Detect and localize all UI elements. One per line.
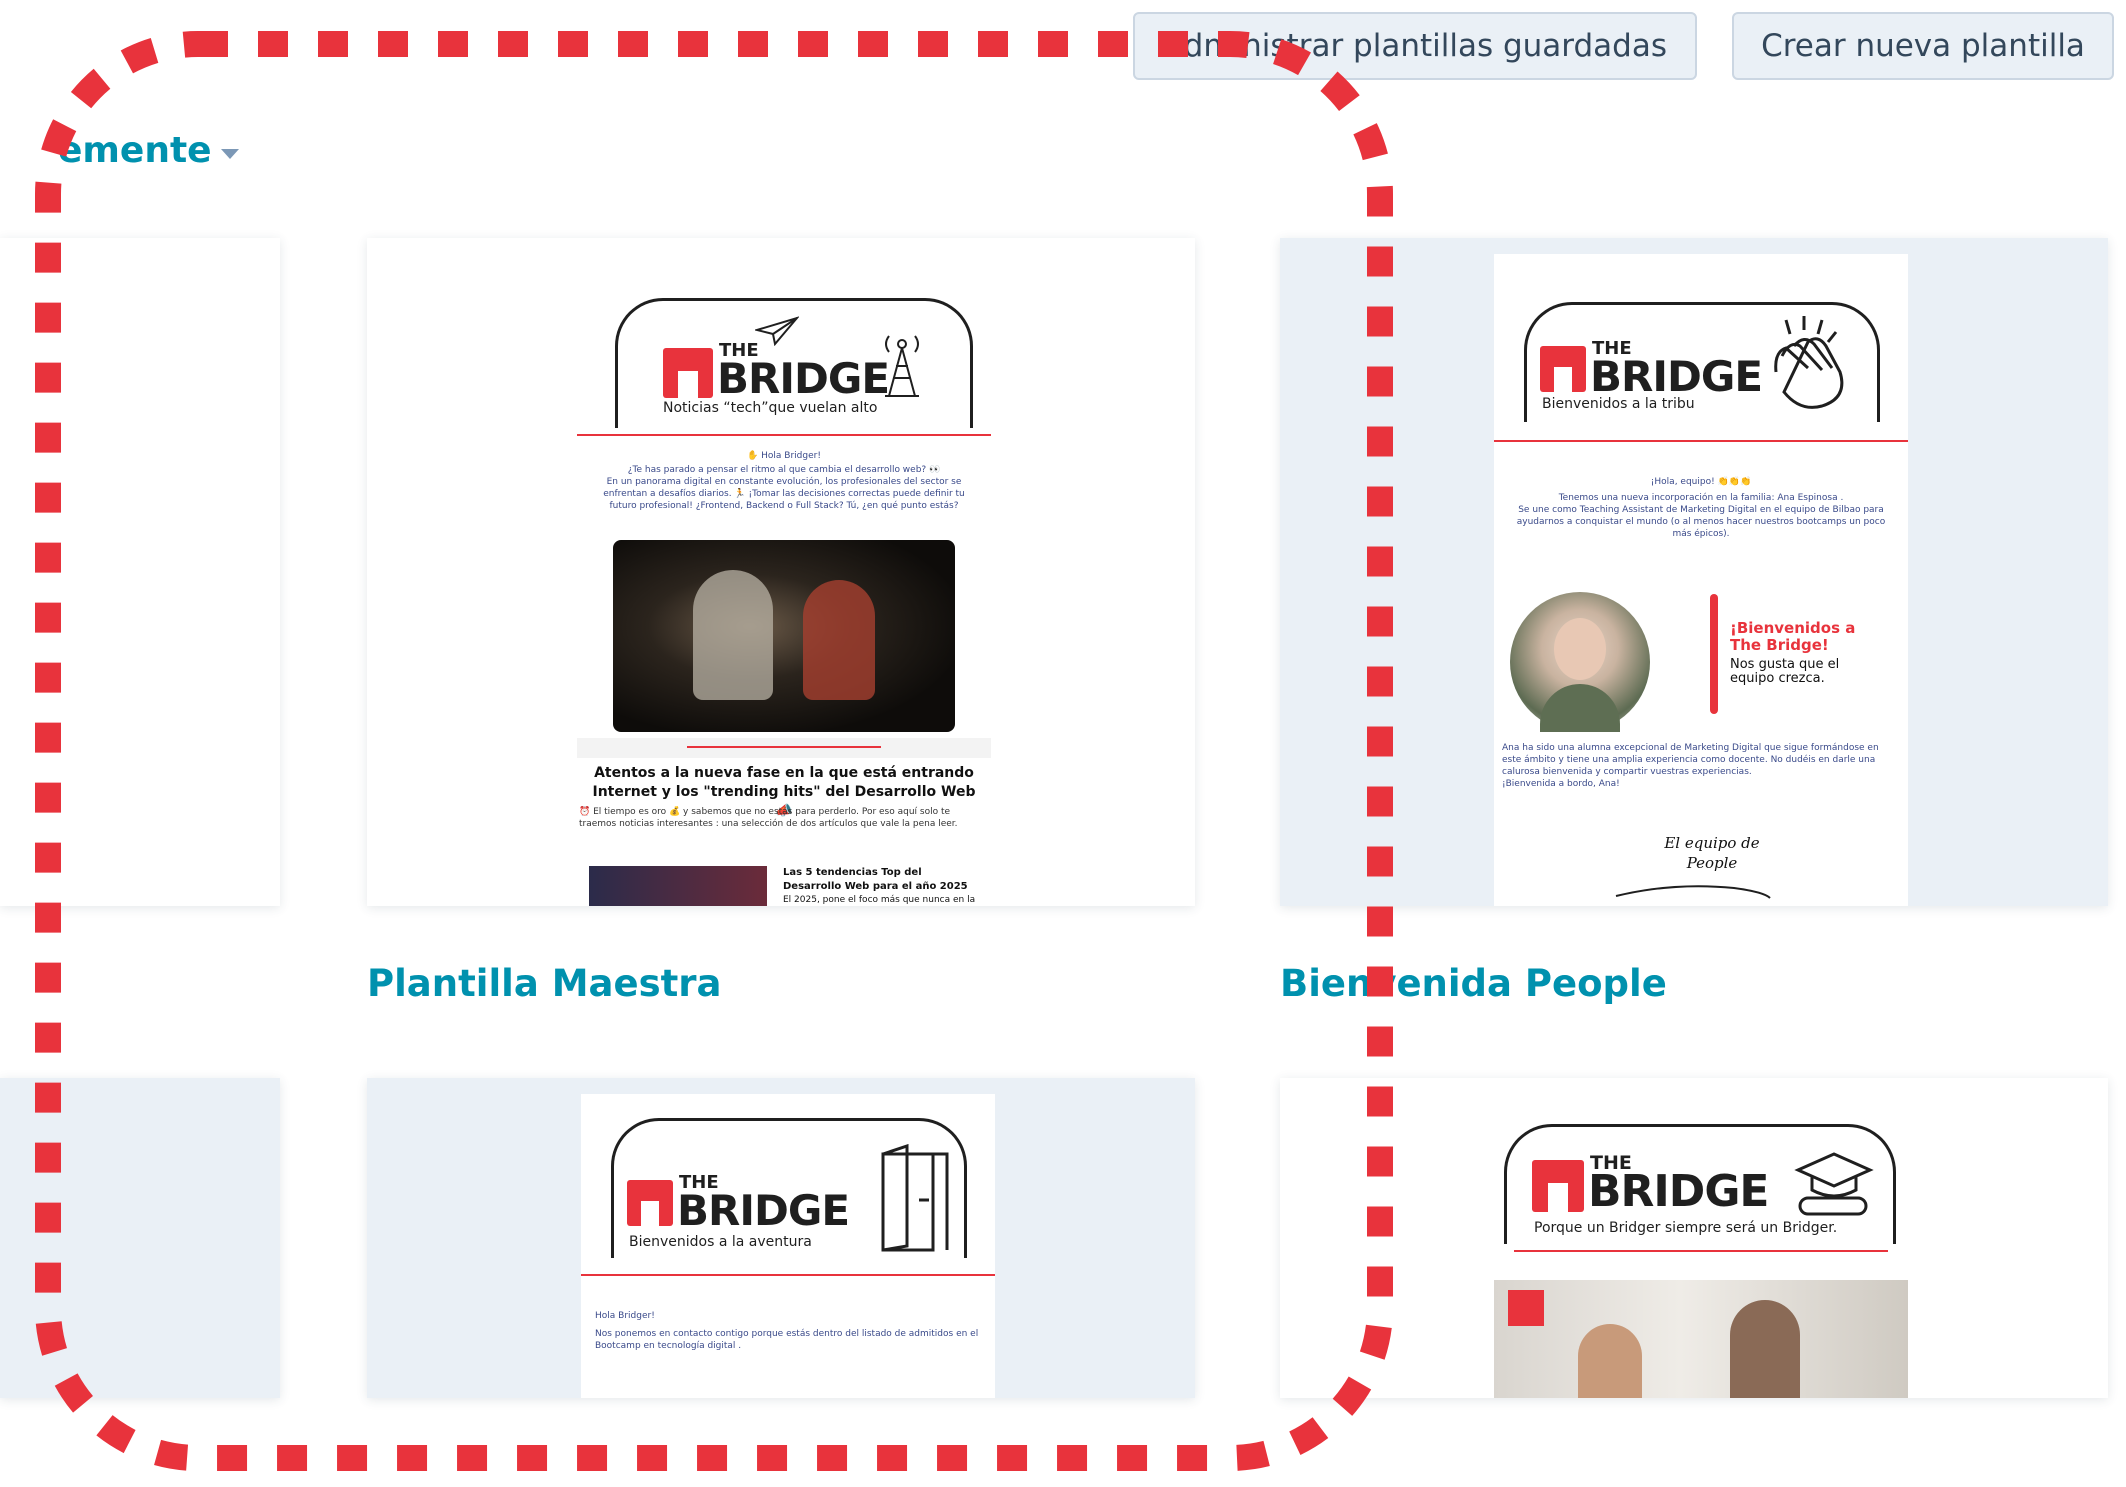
email-preview: THE BRIDGE Bienvenidos a la tribu ¡Hola,…: [1494, 254, 1908, 906]
email-subtext: ⏰ El tiempo es oro 💰 y sabemos que no es…: [579, 807, 958, 830]
email-greeting: Hola Bridger!: [595, 1311, 655, 1321]
caret-down-icon[interactable]: [221, 149, 239, 159]
article-snippet: El 2025, pone el foco más que nunca en l…: [783, 895, 976, 905]
email-intro: ¿Te has parado a pensar el ritmo al que …: [603, 465, 965, 512]
email-preview: THE BRIDGE Bienvenidos a la aventura Hol…: [581, 1094, 995, 1398]
email-divider: [1514, 1250, 1888, 1252]
manage-saved-templates-label: Administrar plantillas guardadas: [1162, 28, 1667, 64]
movie-still-image: [613, 540, 955, 732]
bridge-logo-icon: [1540, 346, 1586, 392]
logo-bridge: BRIDGE: [677, 1186, 850, 1235]
separator-band: [577, 738, 991, 758]
template-card[interactable]: THE BRIDGE Porque un Bridger siempre ser…: [1280, 1078, 2108, 1398]
signature: El equipo de People: [1664, 834, 1760, 872]
email-tagline: Porque un Bridger siempre será un Bridge…: [1534, 1220, 1838, 1236]
email-intro: Nos ponemos en contacto contigo porque e…: [595, 1329, 979, 1352]
article-title: Las 5 tendencias Top del Desarrollo Web …: [783, 867, 968, 892]
email-greeting: ✋ Hola Bridger!: [747, 451, 821, 461]
graduation-cap-icon: [1794, 1152, 1874, 1216]
create-new-template-label: Crear nueva plantilla: [1761, 28, 2085, 64]
email-divider: [1494, 440, 1908, 442]
email-tagline: Noticias “tech”que vuelan alto: [663, 400, 878, 416]
create-new-template-button[interactable]: Crear nueva plantilla: [1732, 12, 2114, 80]
template-card-partial[interactable]: [0, 238, 280, 906]
template-card[interactable]: THE BRIDGE Bienvenidos a la aventura Hol…: [367, 1078, 1195, 1398]
email-greeting: ¡Hola, equipo! 👏👏👏: [1650, 477, 1752, 487]
email-divider: [577, 434, 991, 436]
team-photo: [1494, 1280, 1908, 1398]
email-tagline: Bienvenidos a la tribu: [1542, 396, 1695, 412]
template-title-plantilla-maestra[interactable]: Plantilla Maestra: [367, 962, 722, 1005]
template-card-bienvenida-people[interactable]: THE BRIDGE Bienvenidos a la tribu ¡Hola,…: [1280, 238, 2108, 906]
email-body: Ana ha sido una alumna excepcional de Ma…: [1502, 743, 1879, 790]
email-intro: Tenemos una nueva incorporación en la fa…: [1516, 493, 1886, 540]
portrait-photo: [1510, 592, 1650, 732]
email-preview: THE BRIDGE Porque un Bridger siempre ser…: [1494, 1078, 1908, 1398]
manage-saved-templates-button[interactable]: Administrar plantillas guardadas: [1133, 12, 1697, 80]
logo-bridge: BRIDGE: [717, 354, 890, 403]
email-preview: THE BRIDGE Noticias “tech”que vuelan alt…: [577, 238, 991, 906]
signature-flourish-icon: [1615, 885, 1771, 899]
open-door-icon: [881, 1144, 949, 1252]
bridge-logo-icon: [1532, 1160, 1584, 1212]
paper-plane-icon: [755, 316, 799, 346]
template-card-plantilla-maestra[interactable]: THE BRIDGE Noticias “tech”que vuelan alt…: [367, 238, 1195, 906]
article-thumbnail: [589, 866, 767, 906]
antenna-tower-icon: [885, 335, 919, 397]
clapping-hands-icon: [1774, 316, 1844, 409]
bridge-logo-icon: [627, 1180, 673, 1226]
bridge-logo-icon: [663, 348, 713, 398]
logo-bridge: BRIDGE: [1590, 352, 1763, 401]
accent-bar: [1710, 594, 1718, 714]
template-title-bienvenida-people[interactable]: Bienvenida People: [1280, 962, 1667, 1005]
template-card-partial[interactable]: [0, 1078, 280, 1398]
logo-bridge: BRIDGE: [1588, 1166, 1769, 1217]
welcome-badge-text: Nos gusta que el equipo crezca.: [1730, 657, 1840, 687]
sort-dropdown[interactable]: emente: [58, 130, 212, 171]
email-divider: [687, 746, 881, 748]
email-tagline: Bienvenidos a la aventura: [629, 1234, 812, 1250]
email-divider: [581, 1274, 995, 1276]
sort-dropdown-label: emente: [58, 130, 212, 171]
welcome-badge-title: ¡Bienvenidos a The Bridge!: [1730, 619, 1856, 654]
